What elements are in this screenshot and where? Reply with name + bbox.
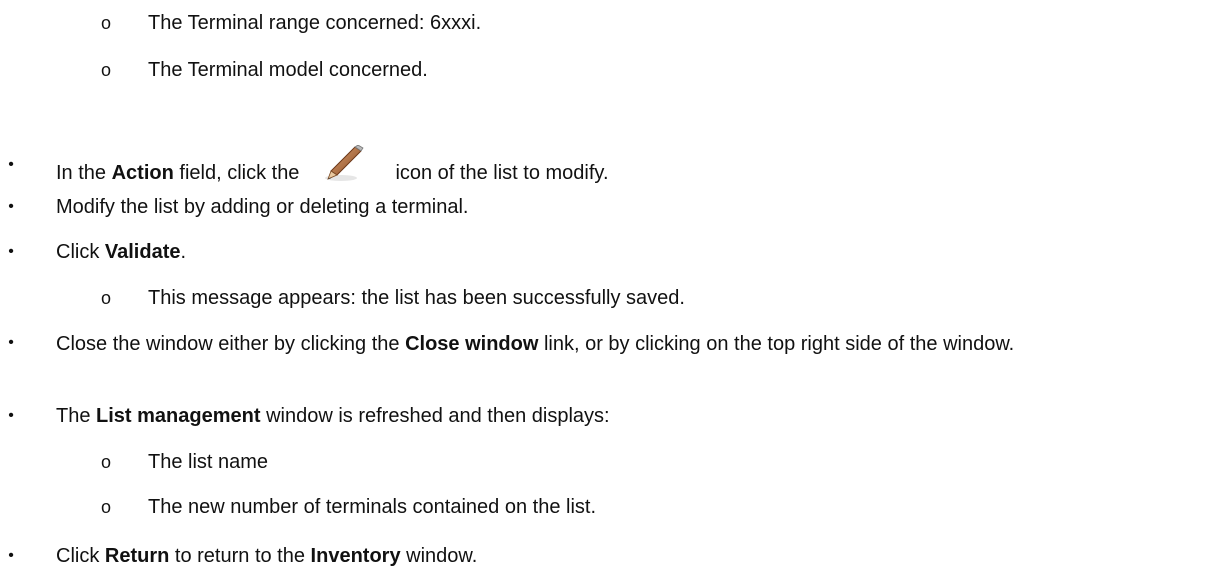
return-label: Return [104,545,170,567]
bullet-marker: • [8,156,14,173]
list-management-label: List management [96,405,261,427]
list-item-text: The new number of terminals contained on… [148,496,597,518]
validate-label: Validate [104,241,181,263]
list-item-text: This message appears: the list has been … [148,287,685,309]
step-action-field: • In the Action field, click the icon of… [0,144,1208,185]
sub-bullet-marker: o [100,13,111,33]
bullet-marker: • [8,334,14,351]
step-text: The List management window is refreshed … [56,405,610,427]
list-item-text: The Terminal range concerned: 6xxxi. [148,12,482,34]
sub-bullet-marker: o [100,452,111,472]
step-text: Click Validate. [56,241,187,263]
inventory-label: Inventory [310,545,401,567]
bullet-marker: • [8,198,14,215]
step-text: Click Return to return to the Inventory … [56,545,478,567]
list-item-text: The list name [148,451,269,473]
step-text: Close the window either by clicking the … [56,333,1015,355]
close-window-label: Close window [405,333,539,355]
sub-bullet-marker: o [100,288,111,308]
sub-bullet-marker: o [100,60,111,80]
document-page: o The Terminal range concerned: 6xxxi. o… [0,0,1208,579]
bullet-marker: • [8,243,14,260]
list-item-text: The Terminal model concerned. [148,59,428,81]
pencil-icon [319,144,373,185]
step-text: Modify the list by adding or deleting a … [56,196,469,218]
sub-bullet-marker: o [100,497,111,517]
step-close-window: • Close the window either by clicking th… [0,331,1208,387]
step-text: In the Action field, click the icon of t… [56,144,609,193]
bullet-marker: • [8,407,14,424]
bullet-marker: • [8,547,14,564]
action-field-label: Action [111,162,174,184]
